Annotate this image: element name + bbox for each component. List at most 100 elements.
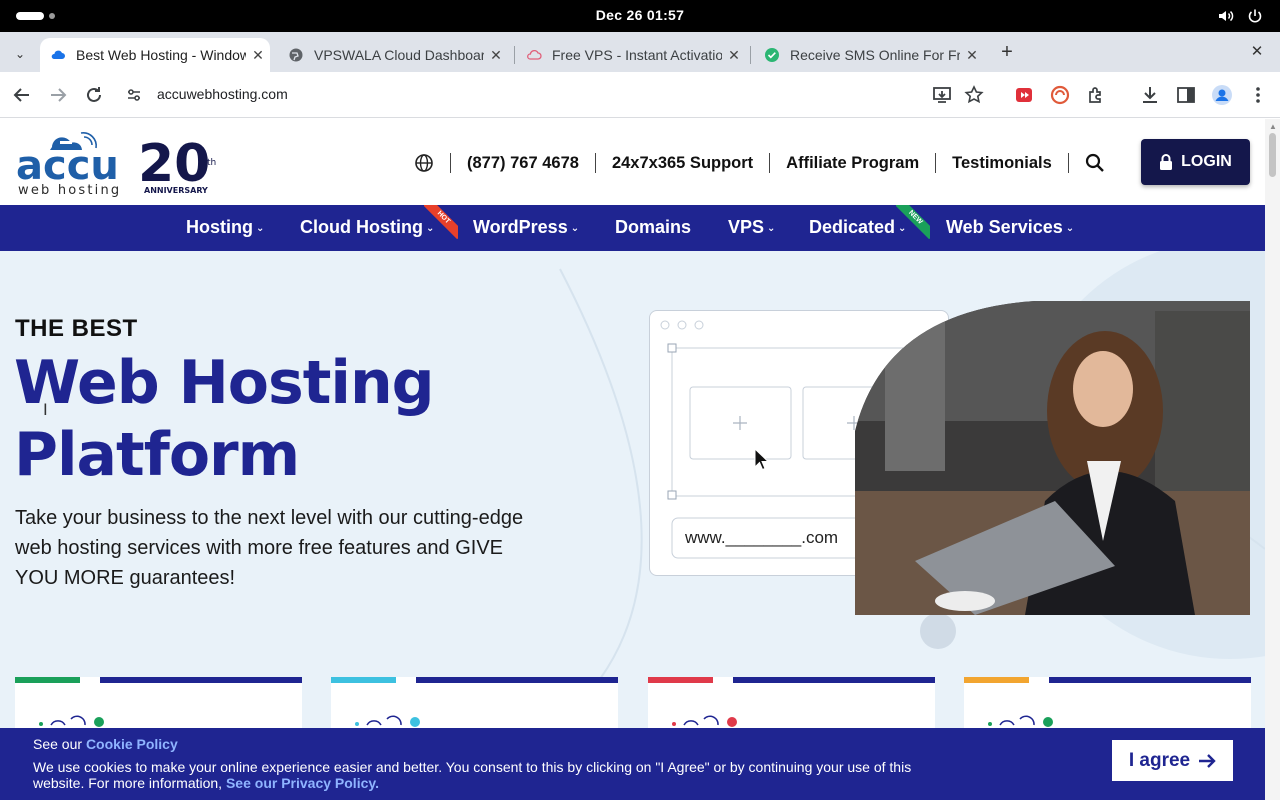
nav-item-web-services[interactable]: Web Services ⌄ [946, 217, 1074, 238]
nav-item-cloud-hosting[interactable]: Cloud Hosting ⌄ [300, 217, 434, 238]
close-tab-icon[interactable]: ✕ [722, 47, 746, 64]
main-navigation: Hosting ⌄ Cloud Hosting ⌄ HOT WordPress ⌄ D… [0, 205, 1265, 251]
tab-receive-sms[interactable]: Receive SMS Online For Free ✕ [754, 38, 984, 72]
hero-subtitle: Take your business to the next level wit… [15, 507, 524, 589]
back-arrow-icon[interactable] [10, 83, 34, 107]
site-header: accu web hosting 20 th ANNIVERSARY (877)… [0, 119, 1265, 205]
nav-item-dedicated[interactable]: Dedicated ⌄ [809, 217, 906, 238]
agree-button[interactable]: I agree [1112, 740, 1233, 781]
nav-label: Cloud Hosting [300, 217, 423, 237]
card-accent-bar [15, 677, 80, 683]
phone-link[interactable]: (877) 767 4678 [467, 154, 579, 173]
close-tab-icon[interactable]: ✕ [484, 47, 508, 64]
address-bar[interactable]: accuwebhosting.com [114, 77, 1000, 113]
header-links: (877) 767 4678 24x7x365 Support Affiliat… [414, 152, 1105, 174]
browser-menu-icon[interactable] [1246, 83, 1270, 107]
chevron-down-icon: ⌄ [570, 223, 580, 234]
cookie-body: We use cookies to make your online exper… [33, 759, 933, 791]
arrow-right-icon [1199, 753, 1216, 768]
nav-item-domains[interactable]: Domains [615, 217, 691, 238]
extension-red-icon[interactable] [1012, 83, 1036, 107]
card-accent-bar [964, 677, 1029, 683]
cookie-body-text: We use cookies to make your online exper… [33, 759, 912, 791]
close-tab-icon[interactable]: ✕ [246, 47, 270, 64]
card-top-bar [416, 677, 618, 683]
site-info-tune-icon[interactable] [126, 87, 142, 103]
accuwebhosting-logo[interactable]: accu web hosting 20 th ANNIVERSARY [14, 127, 220, 199]
privacy-policy-link[interactable]: See our Privacy Policy. [226, 775, 379, 791]
lock-icon [1160, 154, 1173, 170]
affiliate-program-link[interactable]: Affiliate Program [786, 154, 919, 173]
profile-avatar-icon[interactable] [1210, 83, 1234, 107]
nav-item-vps[interactable]: VPS ⌄ [728, 217, 775, 238]
forward-arrow-icon[interactable] [46, 83, 70, 107]
url-text: accuwebhosting.com [157, 86, 288, 102]
system-clock[interactable]: Dec 26 01:57 [0, 7, 1280, 23]
browser-toolbar: accuwebhosting.com [0, 72, 1280, 118]
tab-label: VPSWALA Cloud Dashboard [314, 47, 484, 63]
cookie-title: See our Cookie Policy [33, 736, 178, 752]
extensions-puzzle-icon[interactable] [1085, 83, 1109, 107]
tab-label: Free VPS - Instant Activation [552, 47, 722, 63]
close-window-icon[interactable]: ✕ [1247, 42, 1267, 62]
tab-free-vps[interactable]: Free VPS - Instant Activation ✕ [516, 38, 746, 72]
nav-label: WordPress [473, 217, 568, 237]
testimonials-link[interactable]: Testimonials [952, 154, 1052, 173]
download-icon[interactable] [1138, 83, 1162, 107]
scrollbar-thumb[interactable] [1269, 133, 1276, 177]
install-app-icon[interactable] [930, 83, 954, 107]
reload-icon[interactable] [82, 83, 106, 107]
nav-item-hosting[interactable]: Hosting ⌄ [186, 217, 264, 238]
page-scrollbar[interactable]: ▲ [1265, 119, 1280, 800]
tab-separator [750, 46, 751, 64]
search-icon[interactable] [1085, 153, 1105, 173]
cloud-outline-favicon-icon [527, 49, 542, 60]
chevron-down-icon: ⌄ [1065, 223, 1075, 234]
hero-title: Web Hosting Platform [14, 347, 435, 491]
cookie-title-prefix: See our [33, 736, 86, 752]
support-link[interactable]: 24x7x365 Support [612, 154, 753, 173]
domain-search-text: www.________.com [685, 528, 839, 547]
divider [1067, 153, 1069, 173]
close-tab-icon[interactable]: ✕ [960, 47, 984, 64]
web-page: accu web hosting 20 th ANNIVERSARY (877)… [0, 119, 1265, 800]
divider [769, 153, 771, 173]
logo-anniversary-number: 20 [138, 134, 210, 194]
volume-icon[interactable] [1216, 6, 1236, 26]
divider [594, 153, 596, 173]
text-cursor-icon: Ⅰ [43, 402, 48, 419]
divider [935, 153, 937, 173]
language-globe-icon[interactable] [414, 153, 434, 173]
cookie-consent-bar: See our Cookie Policy We use cookies to … [0, 728, 1265, 800]
extension-swirl-icon[interactable] [1048, 83, 1072, 107]
logo-anniversary-label: ANNIVERSARY [144, 186, 208, 195]
tab-search-chevron-icon[interactable]: ⌄ [10, 44, 30, 64]
card-top-bar [1049, 677, 1251, 683]
cookie-policy-link[interactable]: Cookie Policy [86, 736, 178, 752]
browser-tab-strip: ⌄ Best Web Hosting - Windows ✕ VPSWALA C… [0, 32, 1280, 72]
login-button[interactable]: LOGIN [1141, 139, 1250, 185]
cloud-favicon-icon [51, 50, 65, 59]
bookmark-star-icon[interactable] [962, 83, 986, 107]
mouse-pointer-icon [754, 448, 770, 471]
logo-tagline: web hosting [18, 183, 121, 198]
power-icon[interactable] [1245, 6, 1265, 26]
divider [450, 153, 451, 173]
nav-item-wordpress[interactable]: WordPress ⌄ [473, 217, 579, 238]
logo-anniversary-suffix: th [207, 158, 216, 168]
scroll-up-arrow-icon[interactable]: ▲ [1269, 122, 1277, 131]
tab-accuwebhosting[interactable]: Best Web Hosting - Windows ✕ [40, 38, 270, 72]
hero-title-line-1: Web Hosting [14, 348, 435, 418]
woman-with-laptop-photo [855, 301, 1250, 615]
tab-vpswala[interactable]: VPSWALA Cloud Dashboard ✕ [278, 38, 508, 72]
nav-label: Hosting [186, 217, 253, 237]
side-panel-icon[interactable] [1174, 83, 1198, 107]
new-tab-plus-icon[interactable]: + [996, 41, 1018, 63]
new-badge: NEW [896, 205, 930, 239]
sms-favicon-icon [765, 48, 779, 62]
system-top-bar: Dec 26 01:57 [0, 0, 1280, 32]
nav-label: VPS [728, 217, 765, 237]
tab-label: Receive SMS Online For Free [790, 47, 960, 63]
card-accent-bar [331, 677, 396, 683]
card-top-bar [100, 677, 302, 683]
